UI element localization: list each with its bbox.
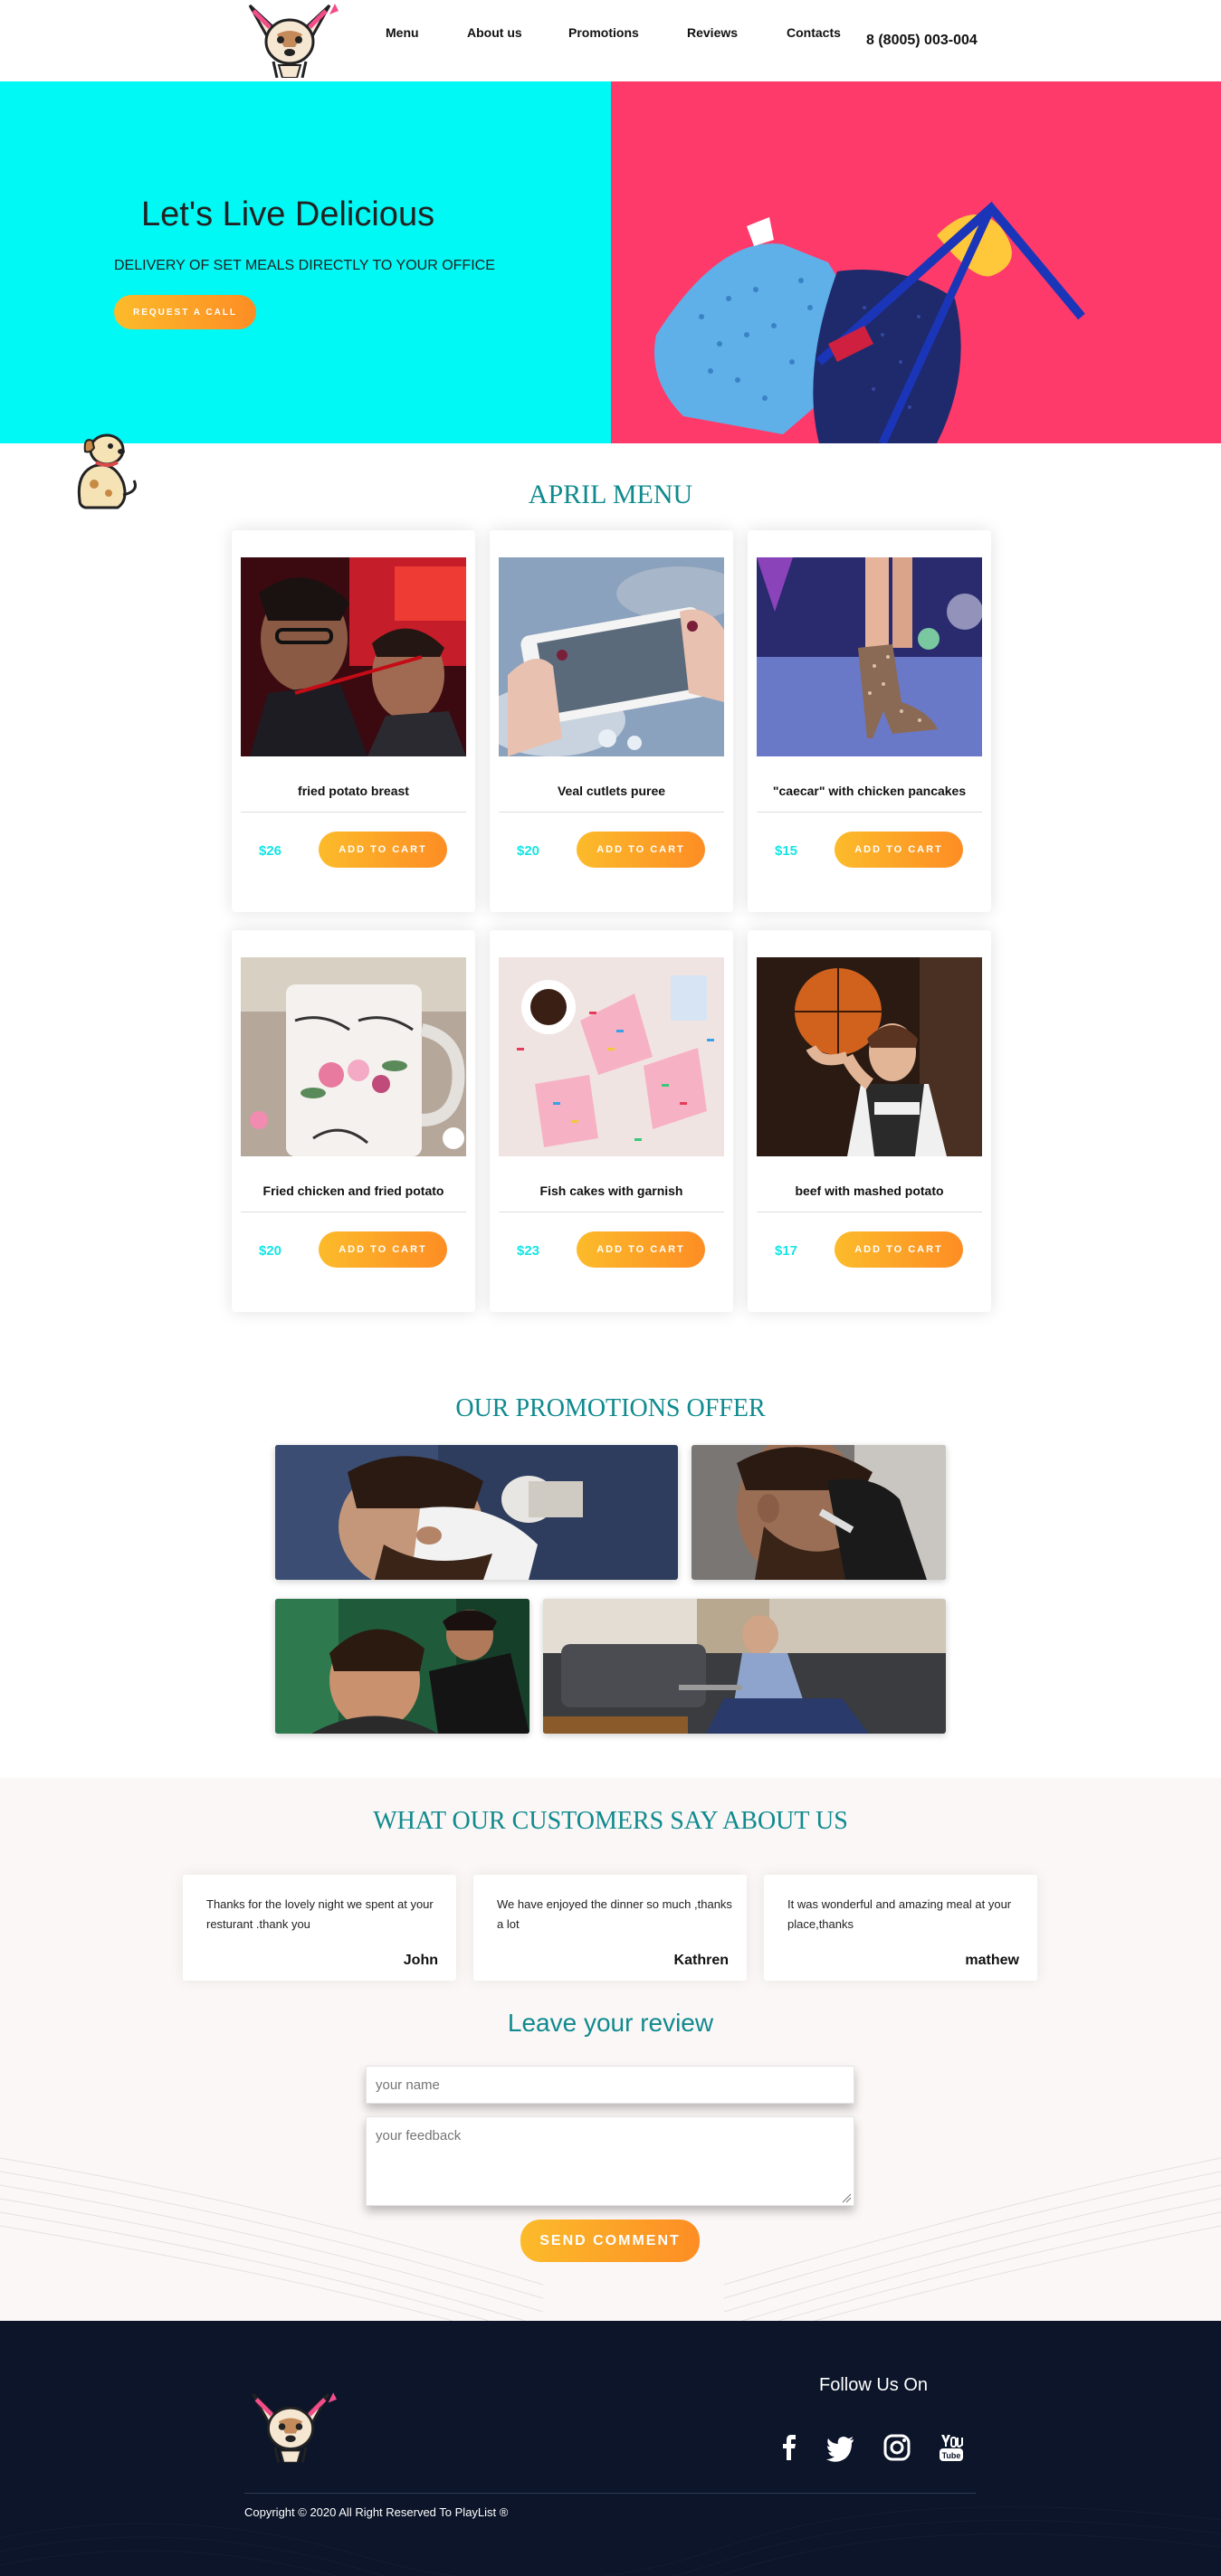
menu-card: Veal cutlets puree $20 ADD TO CART bbox=[490, 530, 733, 912]
add-to-cart-button[interactable]: ADD TO CART bbox=[835, 1231, 963, 1268]
phone-photographing-clouds bbox=[499, 557, 724, 756]
testimonial-card: It was wonderful and amazing meal at you… bbox=[764, 1875, 1037, 1981]
review-form-title: Leave your review bbox=[507, 2009, 714, 2037]
menu-item-name: fried potato breast bbox=[298, 784, 409, 798]
girl-basketball-player bbox=[757, 957, 982, 1156]
resize-grip-icon[interactable] bbox=[841, 2192, 852, 2203]
menu-item-image bbox=[499, 557, 724, 756]
promo-image-shaving[interactable] bbox=[275, 1445, 678, 1580]
glitter-heel-boot bbox=[757, 557, 982, 756]
hero-image bbox=[611, 81, 1221, 443]
two-men-party-photo bbox=[241, 557, 466, 756]
nav-contacts[interactable]: Contacts bbox=[787, 25, 841, 40]
add-to-cart-button[interactable]: ADD TO CART bbox=[835, 832, 963, 868]
menu-item-price: $15 bbox=[775, 843, 798, 859]
menu-item-image bbox=[757, 957, 982, 1156]
svg-text:Tube: Tube bbox=[942, 2451, 961, 2460]
testimonial-text: It was wonderful and amazing meal at you… bbox=[787, 1897, 1012, 1931]
follow-us-heading: Follow Us On bbox=[819, 2375, 929, 2395]
card-divider bbox=[499, 812, 724, 813]
menu-item-image bbox=[241, 957, 466, 1156]
promo-image-razor[interactable] bbox=[692, 1445, 946, 1580]
twitter-icon[interactable] bbox=[825, 2432, 856, 2463]
menu-card: beef with mashed potato $17 ADD TO CART bbox=[748, 930, 991, 1312]
add-to-cart-button[interactable]: ADD TO CART bbox=[577, 1231, 705, 1268]
footer-pattern bbox=[0, 2505, 1221, 2576]
promotions-section-title: OUR PROMOTIONS OFFER bbox=[455, 1394, 766, 1422]
menu-item-price: $20 bbox=[517, 843, 540, 859]
sprinkles-and-coffee bbox=[499, 957, 724, 1156]
barber-haircut-photo bbox=[275, 1599, 529, 1734]
promo-image-haircut[interactable] bbox=[275, 1599, 529, 1734]
name-input[interactable] bbox=[366, 2066, 854, 2104]
phone-number[interactable]: 8 (8005) 003-004 bbox=[866, 33, 978, 49]
menu-item-price: $23 bbox=[517, 1243, 540, 1259]
menu-item-name: beef with mashed potato bbox=[795, 1183, 944, 1198]
menu-card: "caecar" with chicken pancakes $15 ADD T… bbox=[748, 530, 991, 912]
footer-divider bbox=[244, 2493, 976, 2494]
card-divider bbox=[241, 812, 466, 813]
menu-item-name: Fried chicken and fried potato bbox=[262, 1183, 444, 1198]
card-divider bbox=[757, 812, 982, 813]
hero-title: Let's Live Delicious bbox=[141, 195, 435, 233]
chihuahua-logo-icon[interactable] bbox=[241, 2, 339, 78]
instagram-icon[interactable] bbox=[882, 2432, 912, 2463]
testimonial-card: Thanks for the lovely night we spent at … bbox=[183, 1875, 456, 1981]
nav-reviews[interactable]: Reviews bbox=[687, 25, 738, 40]
fashion-clothes-image bbox=[611, 81, 1221, 443]
menu-item-image bbox=[757, 557, 982, 756]
mother-of-the-bride-mug bbox=[241, 957, 466, 1156]
menu-item-image bbox=[241, 557, 466, 756]
menu-card: Fish cakes with garnish $23 ADD TO CART bbox=[490, 930, 733, 1312]
man-with-laptop-photo bbox=[543, 1599, 946, 1734]
menu-item-name: "caecar" with chicken pancakes bbox=[772, 784, 967, 798]
menu-card: Fried chicken and fried potato $20 ADD T… bbox=[232, 930, 475, 1312]
menu-item-price: $17 bbox=[775, 1243, 798, 1259]
menu-item-price: $26 bbox=[259, 843, 282, 859]
feedback-textarea[interactable] bbox=[366, 2116, 854, 2206]
nav-promotions[interactable]: Promotions bbox=[568, 25, 639, 40]
hero-subtitle: DELIVERY OF SET MEALS DIRECTLY TO YOUR O… bbox=[114, 258, 495, 273]
testimonial-card: We have enjoyed the dinner so much ,than… bbox=[473, 1875, 747, 1981]
add-to-cart-button[interactable]: ADD TO CART bbox=[319, 1231, 447, 1268]
send-comment-button[interactable]: SEND COMMENT bbox=[520, 2220, 700, 2262]
footer-chihuahua-logo-icon[interactable] bbox=[244, 2391, 337, 2463]
copyright-text: Copyright © 2020 All Right Reserved To P… bbox=[244, 2505, 509, 2519]
barber-razor-photo bbox=[692, 1445, 946, 1580]
facebook-icon[interactable] bbox=[775, 2432, 806, 2463]
testimonial-author: John bbox=[403, 1953, 438, 1968]
menu-card: fried potato breast $26 ADD TO CART bbox=[232, 530, 475, 912]
nav-about-us[interactable]: About us bbox=[467, 25, 522, 40]
add-to-cart-button[interactable]: ADD TO CART bbox=[319, 832, 447, 868]
testimonial-author: Kathren bbox=[673, 1953, 729, 1968]
testimonial-text: We have enjoyed the dinner so much ,than… bbox=[497, 1897, 732, 1931]
testimonial-author: mathew bbox=[965, 1953, 1019, 1968]
menu-section-title: APRIL MENU bbox=[528, 480, 693, 509]
menu-item-name: Veal cutlets puree bbox=[557, 784, 666, 798]
nav-menu[interactable]: Menu bbox=[386, 25, 419, 40]
youtube-icon[interactable]: Tube bbox=[936, 2432, 967, 2463]
site-footer bbox=[0, 2321, 1221, 2576]
add-to-cart-button[interactable]: ADD TO CART bbox=[577, 832, 705, 868]
menu-item-image bbox=[499, 957, 724, 1156]
promo-image-laptop[interactable] bbox=[543, 1599, 946, 1734]
menu-item-name: Fish cakes with garnish bbox=[539, 1183, 683, 1198]
testimonials-section-title: WHAT OUR CUSTOMERS SAY ABOUT US bbox=[373, 1807, 848, 1835]
testimonial-text: Thanks for the lovely night we spent at … bbox=[206, 1897, 434, 1931]
barber-shaving-photo bbox=[275, 1445, 678, 1580]
menu-item-price: $20 bbox=[259, 1243, 282, 1259]
request-call-button[interactable]: REQUEST A CALL bbox=[114, 295, 256, 329]
site-header bbox=[0, 0, 1221, 81]
